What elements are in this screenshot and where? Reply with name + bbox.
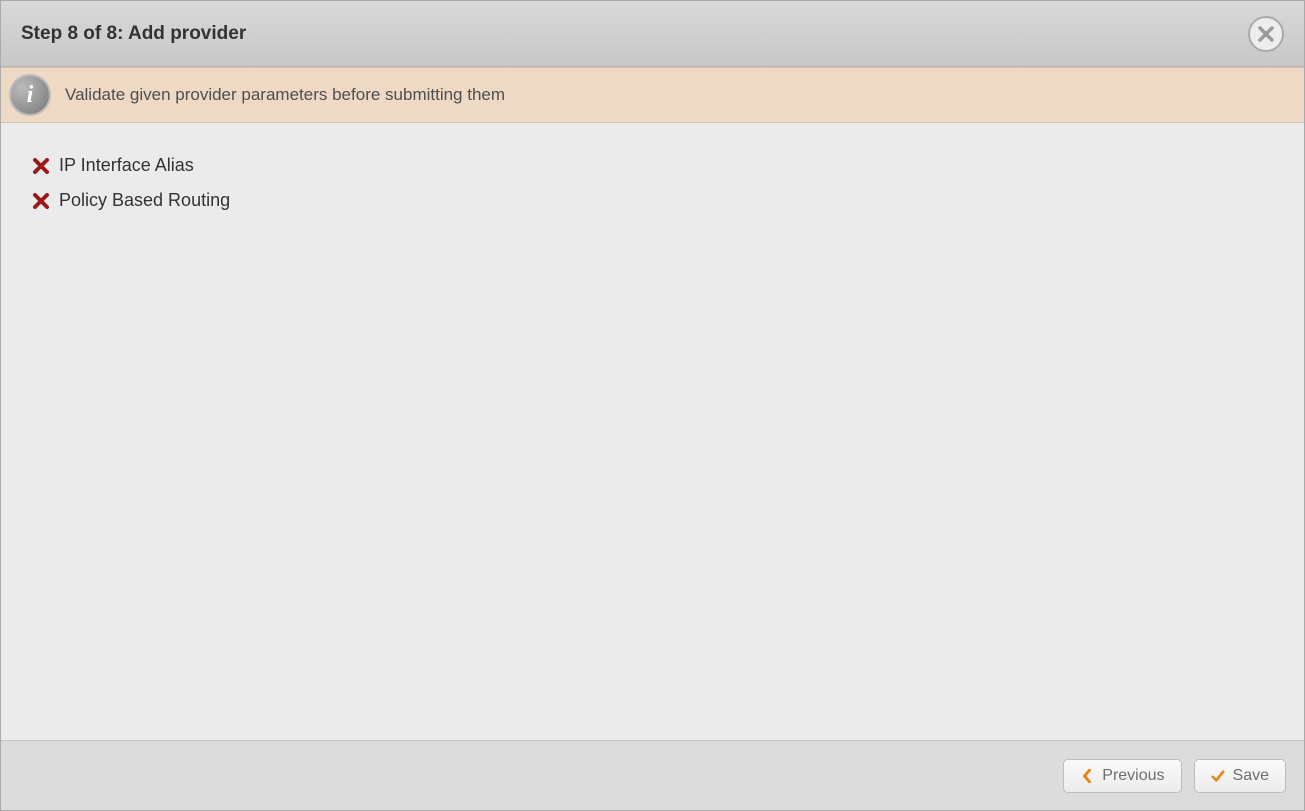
info-message: Validate given provider parameters befor… xyxy=(65,85,505,105)
error-x-icon xyxy=(33,193,49,209)
dialog-body: IP Interface Alias Policy Based Routing xyxy=(1,123,1304,740)
check-icon xyxy=(1211,769,1225,783)
info-icon: i xyxy=(9,74,51,116)
save-button-label: Save xyxy=(1233,767,1269,785)
previous-button[interactable]: Previous xyxy=(1063,759,1181,793)
close-icon xyxy=(1258,26,1274,42)
error-x-icon xyxy=(33,158,49,174)
validation-item-label: IP Interface Alias xyxy=(59,155,194,176)
dialog-title: Step 8 of 8: Add provider xyxy=(21,23,246,45)
save-button[interactable]: Save xyxy=(1194,759,1286,793)
previous-button-label: Previous xyxy=(1102,767,1164,785)
wizard-dialog: Step 8 of 8: Add provider i Validate giv… xyxy=(0,0,1305,811)
info-banner: i Validate given provider parameters bef… xyxy=(1,67,1304,123)
chevron-left-icon xyxy=(1080,769,1094,783)
dialog-header: Step 8 of 8: Add provider xyxy=(1,1,1304,67)
list-item: IP Interface Alias xyxy=(33,155,1272,176)
list-item: Policy Based Routing xyxy=(33,190,1272,211)
close-button[interactable] xyxy=(1248,16,1284,52)
dialog-footer: Previous Save xyxy=(1,740,1304,810)
validation-item-label: Policy Based Routing xyxy=(59,190,230,211)
